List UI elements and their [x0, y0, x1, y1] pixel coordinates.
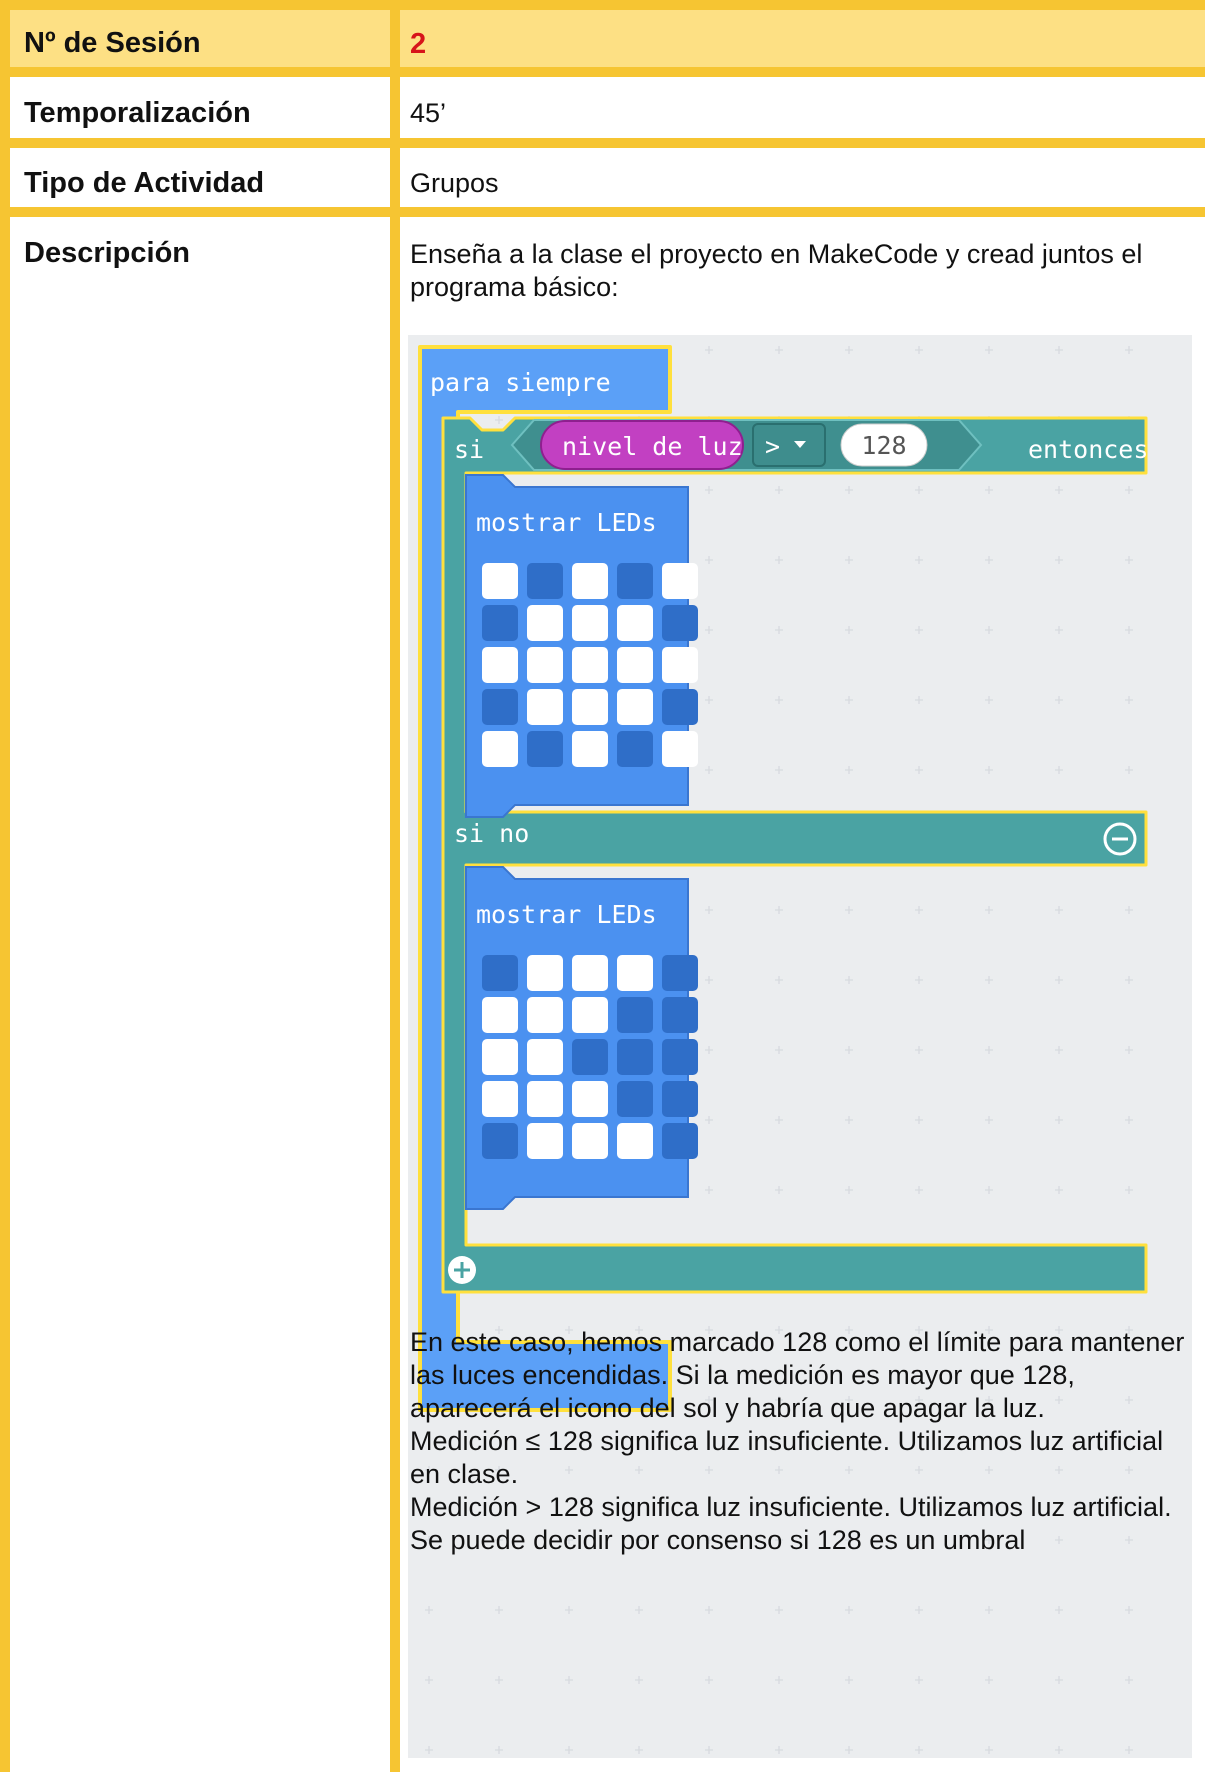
border-row1	[0, 67, 1205, 77]
led-r0-c1[interactable]	[527, 563, 563, 599]
explanation-paragraph-3: Medición > 128 significa luz insuficient…	[410, 1492, 1172, 1522]
led-r2-c3[interactable]	[617, 1039, 653, 1075]
description-label: Descripción	[24, 237, 190, 269]
activity-type-label: Tipo de Actividad	[24, 167, 265, 199]
led-r3-c1[interactable]	[527, 689, 563, 725]
led-grid-else[interactable]	[482, 955, 698, 1159]
led-r4-c2[interactable]	[572, 1123, 608, 1159]
explanation-paragraph-4: Se puede decidir por consenso si 128 es …	[410, 1525, 1026, 1555]
led-r0-c0[interactable]	[482, 563, 518, 599]
led-r0-c0[interactable]	[482, 955, 518, 991]
led-r0-c1[interactable]	[527, 955, 563, 991]
then-label: entonces	[1028, 435, 1148, 464]
led-r1-c2[interactable]	[572, 997, 608, 1033]
led-r2-c4[interactable]	[662, 647, 698, 683]
if-label: si	[454, 435, 484, 464]
operator-label: >	[765, 432, 780, 461]
led-r1-c1[interactable]	[527, 605, 563, 641]
led-r3-c3[interactable]	[617, 689, 653, 725]
led-r1-c4[interactable]	[662, 997, 698, 1033]
operator-dropdown[interactable]: >	[752, 423, 826, 467]
session-number-label: Nº de Sesión	[24, 27, 201, 59]
duration-value: 45’	[410, 98, 447, 128]
led-r4-c1[interactable]	[527, 731, 563, 767]
led-r4-c3[interactable]	[617, 1123, 653, 1159]
led-r2-c1[interactable]	[527, 1039, 563, 1075]
light-level-block[interactable]: nivel de luz	[540, 420, 744, 470]
led-r2-c4[interactable]	[662, 1039, 698, 1075]
led-r4-c2[interactable]	[572, 731, 608, 767]
led-r4-c3[interactable]	[617, 731, 653, 767]
led-r3-c2[interactable]	[572, 1081, 608, 1117]
led-r3-c4[interactable]	[662, 1081, 698, 1117]
led-r0-c4[interactable]	[662, 563, 698, 599]
description-intro: Enseña a la clase el proyecto en MakeCod…	[410, 239, 1143, 302]
led-r1-c3[interactable]	[617, 605, 653, 641]
border-left	[0, 0, 10, 1772]
led-r1-c4[interactable]	[662, 605, 698, 641]
explanation-paragraph-1: En este caso, hemos marcado 128 como el …	[410, 1327, 1185, 1423]
led-r1-c1[interactable]	[527, 997, 563, 1033]
led-r2-c2[interactable]	[572, 1039, 608, 1075]
threshold-value: 128	[861, 431, 906, 460]
session-number-value: 2	[410, 28, 427, 60]
led-r3-c2[interactable]	[572, 689, 608, 725]
led-r4-c0[interactable]	[482, 731, 518, 767]
led-r3-c0[interactable]	[482, 689, 518, 725]
led-r0-c2[interactable]	[572, 955, 608, 991]
duration-label: Temporalización	[24, 97, 251, 129]
border-middle	[390, 0, 400, 1772]
led-r1-c0[interactable]	[482, 997, 518, 1033]
explanation-text: En este caso, hemos marcado 128 como el …	[410, 1326, 1190, 1557]
explanation-paragraph-2: Medición ≤ 128 significa luz insuficient…	[410, 1426, 1164, 1489]
led-r0-c4[interactable]	[662, 955, 698, 991]
led-r4-c1[interactable]	[527, 1123, 563, 1159]
show-leds-block-then[interactable]: mostrar LEDs	[465, 474, 698, 818]
led-r3-c3[interactable]	[617, 1081, 653, 1117]
show-leds-block-else[interactable]: mostrar LEDs	[465, 866, 698, 1210]
led-r4-c4[interactable]	[662, 731, 698, 767]
led-r4-c0[interactable]	[482, 1123, 518, 1159]
border-top	[0, 0, 1205, 10]
led-r2-c1[interactable]	[527, 647, 563, 683]
led-r2-c3[interactable]	[617, 647, 653, 683]
led-r0-c3[interactable]	[617, 955, 653, 991]
border-row3	[0, 207, 1205, 217]
show-leds-label-then: mostrar LEDs	[476, 508, 657, 537]
led-r3-c4[interactable]	[662, 689, 698, 725]
led-r2-c0[interactable]	[482, 1039, 518, 1075]
led-r1-c2[interactable]	[572, 605, 608, 641]
led-r0-c2[interactable]	[572, 563, 608, 599]
led-grid-then[interactable]	[482, 563, 698, 767]
show-leds-label-else: mostrar LEDs	[476, 900, 657, 929]
light-level-label: nivel de luz	[562, 432, 743, 461]
border-row2	[0, 138, 1205, 148]
led-r1-c3[interactable]	[617, 997, 653, 1033]
threshold-input[interactable]: 128	[840, 423, 928, 467]
plus-circle-icon[interactable]	[448, 1256, 476, 1284]
led-r2-c2[interactable]	[572, 647, 608, 683]
led-r2-c0[interactable]	[482, 647, 518, 683]
led-r1-c0[interactable]	[482, 605, 518, 641]
led-r4-c4[interactable]	[662, 1123, 698, 1159]
forever-label: para siempre	[430, 368, 611, 397]
led-r3-c0[interactable]	[482, 1081, 518, 1117]
led-r3-c1[interactable]	[527, 1081, 563, 1117]
else-label: si no	[454, 819, 529, 848]
activity-type-value: Grupos	[410, 168, 499, 198]
led-r0-c3[interactable]	[617, 563, 653, 599]
